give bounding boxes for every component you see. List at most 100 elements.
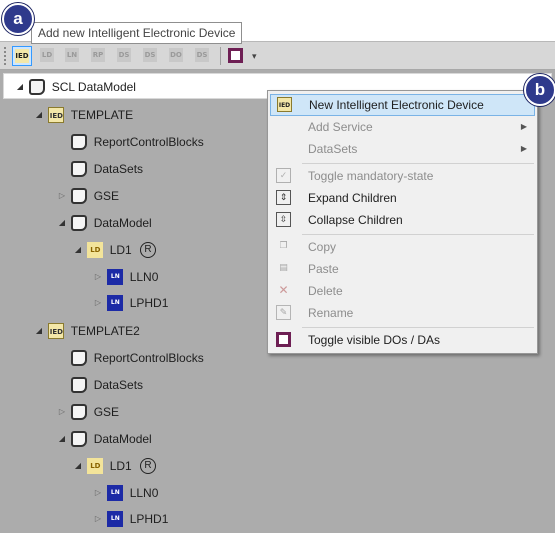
report-icon [71, 349, 88, 366]
node-label: LD1 [109, 242, 132, 257]
tree-node-gse[interactable]: ▷ GSE [56, 401, 119, 421]
tree-node-template2[interactable]: ◢ IED TEMPLATE2 [33, 320, 140, 340]
tree-node-gse[interactable]: ▷ GSE [56, 185, 119, 205]
menu-separator [302, 327, 534, 328]
menu-item-new-ied[interactable]: IED New Intelligent Electronic Device [270, 94, 535, 116]
copy-icon: ❐ [279, 241, 288, 251]
expand-arrow-icon[interactable]: ◢ [33, 321, 45, 341]
tree-node-ld1[interactable]: ◢ LD LD1 R [72, 239, 157, 260]
expand-arrow-icon[interactable]: ◢ [56, 429, 68, 449]
datasets-icon [71, 376, 88, 393]
ld-icon: LD [87, 457, 104, 474]
toolbar-separator [220, 47, 221, 65]
menu-item-label: Expand Children [308, 191, 397, 205]
gse-icon [71, 187, 88, 204]
rename-icon: ✎ [276, 305, 291, 320]
ln-icon: LN [107, 294, 124, 311]
ln-icon: LN [107, 510, 124, 527]
node-label: TEMPLATE2 [70, 323, 140, 338]
checkbox-icon: ✓ [276, 168, 291, 183]
tree-node-lphd1[interactable]: ▷ LN LPHD1 [92, 508, 168, 528]
collapsed-arrow-icon[interactable]: ▷ [92, 483, 104, 503]
menu-item-copy[interactable]: ❐ Copy [270, 236, 535, 258]
menu-item-toggle-visible[interactable]: Toggle visible DOs / DAs [270, 329, 535, 351]
ied-icon: IED [48, 322, 65, 339]
tree-node-lln0[interactable]: ▷ LN LLN0 [92, 266, 158, 286]
tree-node-datamodel[interactable]: ◢ DataModel [56, 212, 152, 232]
registered-mark-icon: R [140, 241, 157, 258]
context-menu: IED New Intelligent Electronic Device Ad… [267, 90, 538, 354]
expand-arrow-icon[interactable]: ◢ [33, 105, 45, 125]
add-ds3-button[interactable]: DS [193, 46, 213, 66]
node-label: DataSets [93, 377, 144, 392]
expand-arrow-icon[interactable]: ◢ [14, 77, 26, 97]
ln-icon: LN [107, 484, 124, 501]
expand-arrow-icon[interactable]: ◢ [56, 213, 68, 233]
node-label: LPHD1 [129, 295, 169, 310]
tree-node-template[interactable]: ◢ IED TEMPLATE [33, 104, 133, 124]
menu-item-toggle-mandatory[interactable]: ✓ Toggle mandatory-state [270, 165, 535, 187]
datamodel-icon [71, 214, 88, 231]
add-ld-button[interactable]: LD [38, 46, 58, 66]
menu-item-datasets[interactable]: DataSets ▶ [270, 138, 535, 160]
node-label: DataModel [93, 431, 152, 446]
annotation-badge-a: a [2, 3, 34, 35]
menu-item-label: Toggle visible DOs / DAs [308, 333, 441, 347]
collapsed-arrow-icon[interactable]: ▷ [92, 267, 104, 287]
toolbar-overflow-icon[interactable]: ▾ [252, 51, 257, 62]
rp-icon: RP [91, 48, 105, 62]
toggle-visible-icon [276, 332, 291, 347]
toolbar: IED LD LN RP DS DS DO DS ▾ [0, 41, 555, 70]
menu-item-add-service[interactable]: Add Service ▶ [270, 116, 535, 138]
menu-item-collapse-children[interactable]: ⇳ Collapse Children [270, 209, 535, 231]
expand-arrow-icon[interactable]: ◢ [72, 240, 84, 260]
expand-icon: ⇕ [276, 190, 291, 205]
ds-icon: DS [195, 48, 209, 62]
menu-item-label: Toggle mandatory-state [308, 169, 434, 183]
menu-item-paste[interactable]: ▤ Paste [270, 258, 535, 280]
tree-node-lln0[interactable]: ▷ LN LLN0 [92, 482, 158, 502]
node-label: LLN0 [129, 269, 159, 284]
menu-item-label: Rename [308, 306, 354, 320]
tree-node-datasets[interactable]: DataSets [56, 374, 143, 394]
collapsed-arrow-icon[interactable]: ▷ [56, 402, 68, 422]
tree-node-report-control-blocks[interactable]: ReportControlBlocks [56, 347, 204, 367]
node-label: SCL DataModel [51, 79, 136, 94]
collapsed-arrow-icon[interactable]: ▷ [56, 186, 68, 206]
node-label: DataModel [93, 215, 152, 230]
add-do-button[interactable]: DO [167, 46, 187, 66]
expand-arrow-icon[interactable]: ◢ [72, 456, 84, 476]
add-ds2-button[interactable]: DS [141, 46, 161, 66]
toolbar-grip[interactable] [4, 47, 6, 65]
menu-item-label: Paste [308, 262, 339, 276]
tree-node-datasets[interactable]: DataSets [56, 158, 143, 178]
ied-icon: IED [277, 97, 292, 112]
annotation-badge-b: b [524, 74, 555, 106]
collapsed-arrow-icon[interactable]: ▷ [92, 509, 104, 529]
ld-icon: LD [40, 48, 54, 62]
menu-item-label: New Intelligent Electronic Device [309, 98, 484, 112]
menu-item-label: Copy [308, 240, 337, 254]
node-label: LPHD1 [129, 511, 169, 526]
node-label: LD1 [109, 458, 132, 473]
tree-node-ld1[interactable]: ◢ LD LD1 R [72, 455, 157, 476]
add-ds-button[interactable]: DS [115, 46, 135, 66]
menu-item-delete[interactable]: ✕ Delete [270, 280, 535, 302]
toggle-visible-button[interactable] [226, 46, 246, 66]
tree-node-lphd1[interactable]: ▷ LN LPHD1 [92, 292, 168, 312]
menu-item-expand-children[interactable]: ⇕ Expand Children [270, 187, 535, 209]
collapsed-arrow-icon[interactable]: ▷ [92, 293, 104, 313]
add-ied-button[interactable]: IED [12, 46, 32, 66]
toggle-visible-icon [228, 48, 243, 63]
tree-node-datamodel[interactable]: ◢ DataModel [56, 428, 152, 448]
datasets-icon [71, 160, 88, 177]
menu-item-rename[interactable]: ✎ Rename [270, 302, 535, 324]
add-rp-button[interactable]: RP [89, 46, 109, 66]
node-label: LLN0 [129, 485, 159, 500]
add-ln-button[interactable]: LN [63, 46, 83, 66]
menu-separator [302, 234, 534, 235]
ied-icon: IED [48, 106, 65, 123]
tree-node-report-control-blocks[interactable]: ReportControlBlocks [56, 131, 204, 151]
tree-node-scl-datamodel[interactable]: ◢ SCL DataModel [14, 76, 136, 96]
node-label: DataSets [93, 161, 144, 176]
